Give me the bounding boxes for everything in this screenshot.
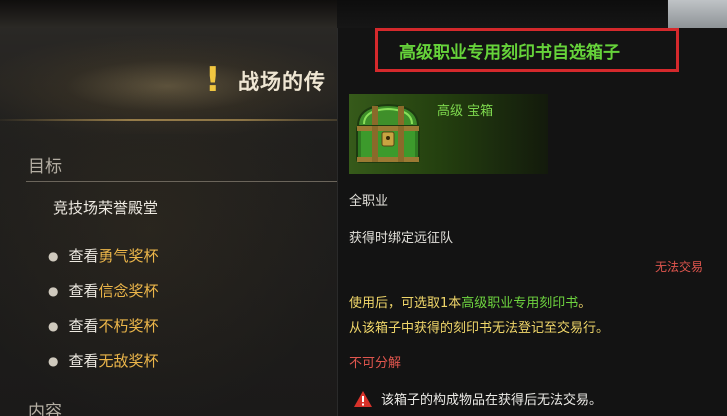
- content-section-title: 内容: [28, 402, 62, 416]
- item-name: 高级职业专用刻印书自选箱子: [399, 43, 620, 63]
- objective-highlight: 勇气奖杯: [98, 247, 159, 265]
- objective-highlight: 不朽奖杯: [98, 317, 159, 335]
- objective-header: 竞技场荣誉殿堂: [53, 199, 159, 217]
- objective-item[interactable]: ● 查看 无敌奖杯: [48, 343, 159, 378]
- quest-title: 战场的传: [238, 70, 326, 94]
- quest-panel: ! 战场的传 目标 竞技场荣誉殿堂 ● 查看 勇气奖杯 ● 查看 信念奖杯 ● 查看…: [0, 0, 372, 416]
- objective-highlight: 信念奖杯: [98, 282, 159, 300]
- objective-divider: [26, 181, 346, 182]
- corner-artwork: [668, 0, 727, 28]
- objective-prefix: 查看: [68, 352, 99, 370]
- banner-divider: [0, 119, 372, 121]
- bullet-icon: ●: [48, 353, 59, 368]
- bullet-icon: ●: [48, 283, 59, 298]
- dismantle-status: 不可分解: [349, 356, 402, 371]
- trade-status: 无法交易: [655, 260, 704, 274]
- item-grade: 高级 宝箱: [437, 104, 494, 119]
- objective-highlight: 无敌奖杯: [98, 352, 159, 370]
- objective-item[interactable]: ● 查看 勇气奖杯: [48, 238, 159, 273]
- top-strip: [0, 0, 372, 28]
- treasure-chest-icon: [356, 103, 420, 163]
- class-restriction: 全职业: [349, 194, 389, 209]
- exclamation-icon: !: [205, 60, 221, 100]
- tooltip-top-shade: [337, 0, 667, 28]
- desc-part-2: 高级职业专用刻印书: [461, 296, 579, 311]
- objective-item[interactable]: ● 查看 不朽奖杯: [48, 308, 159, 343]
- objective-prefix: 查看: [68, 282, 99, 300]
- item-description: 使用后，可选取1本高级职业专用刻印书。: [349, 292, 591, 311]
- warning-icon: [354, 390, 372, 407]
- warning-row: 该箱子的构成物品在获得后无法交易。: [353, 389, 602, 408]
- bullet-icon: ●: [48, 318, 59, 333]
- objective-prefix: 查看: [68, 247, 99, 265]
- desc-part-1: 使用后，可选取1本: [349, 296, 462, 311]
- warning-text: 该箱子的构成物品在获得后无法交易。: [381, 393, 603, 408]
- item-description-line2: 从该箱子中获得的刻印书无法登记至交易行。: [349, 321, 610, 336]
- objective-prefix: 查看: [68, 317, 99, 335]
- objective-section-title: 目标: [28, 157, 62, 177]
- desc-part-3: 。: [578, 296, 592, 311]
- objective-item[interactable]: ● 查看 信念奖杯: [48, 273, 159, 308]
- bullet-icon: ●: [48, 248, 59, 263]
- bind-info: 获得时绑定远征队: [349, 231, 454, 246]
- objective-list: ● 查看 勇气奖杯 ● 查看 信念奖杯 ● 查看 不朽奖杯 ● 查看 无敌奖杯: [48, 238, 159, 378]
